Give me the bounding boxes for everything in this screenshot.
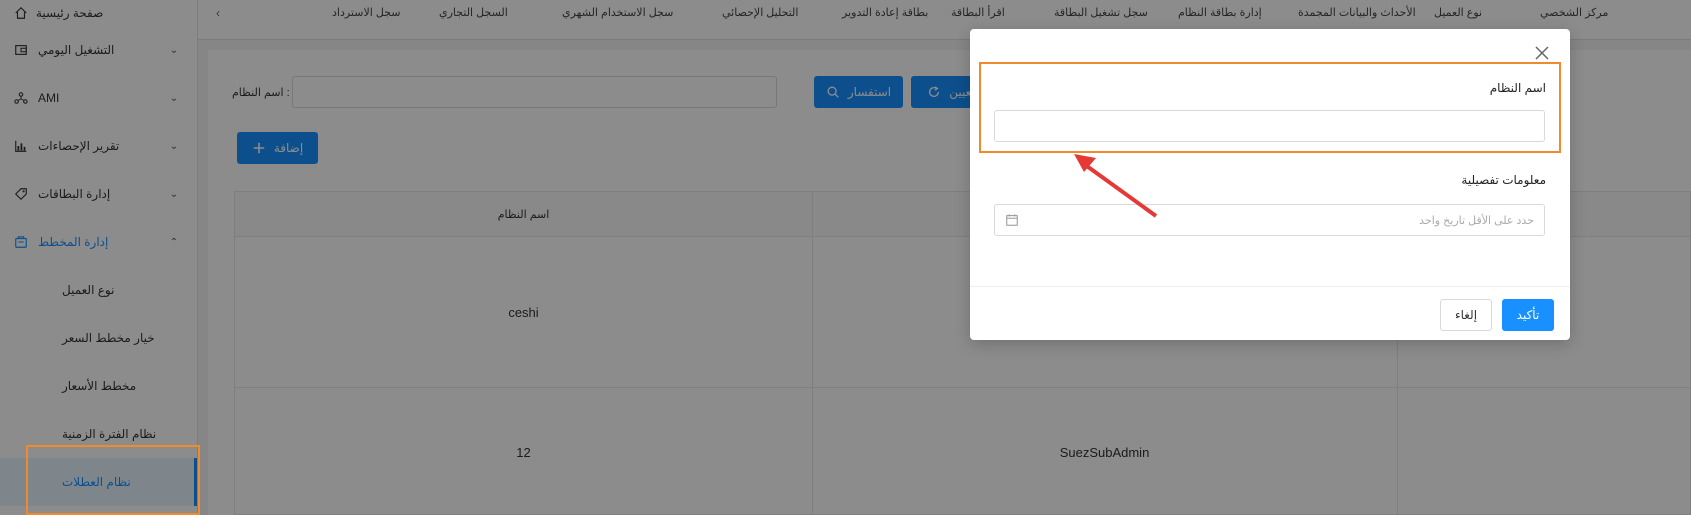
calendar-icon [1005,213,1019,227]
close-icon[interactable] [1534,45,1550,61]
date-placeholder: حدد على الأقل تاريخ واحد [1419,214,1534,227]
annotation-arrow-icon [1074,154,1158,218]
highlight-box-field [979,62,1561,153]
details-label: معلومات تفصيلية [1461,173,1546,187]
add-system-dialog: اسم النظام معلومات تفصيلية حدد على الأقل… [970,29,1570,340]
highlight-box-sidebar [26,445,200,515]
modal-footer: إلغاء تأكيد [970,286,1570,340]
confirm-button[interactable]: تأكيد [1502,299,1554,331]
cancel-button[interactable]: إلغاء [1440,299,1492,331]
